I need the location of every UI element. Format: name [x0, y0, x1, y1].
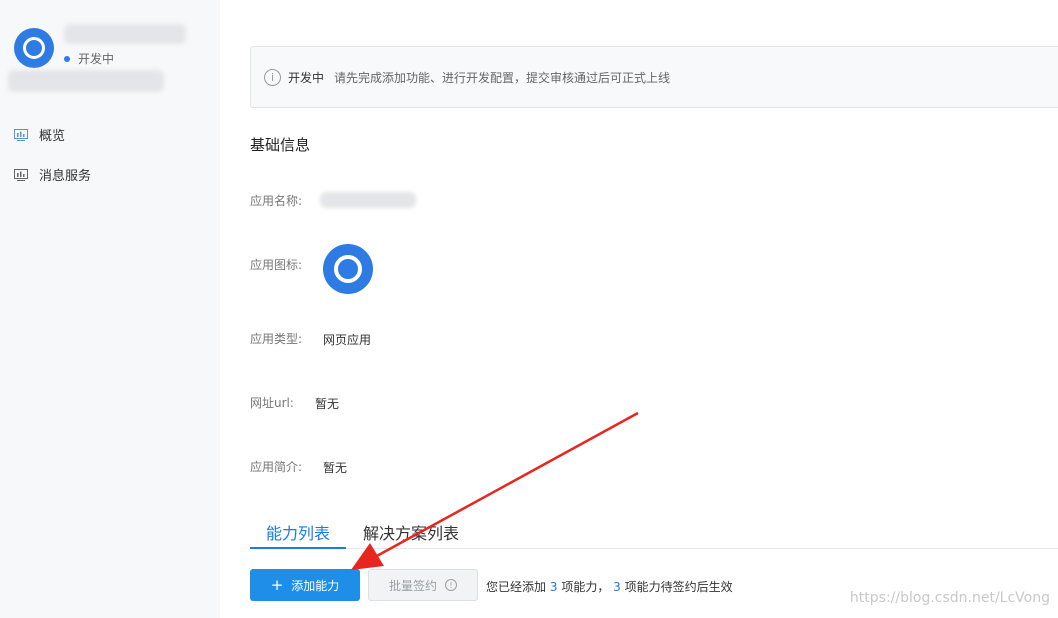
exclamation-icon: !: [445, 579, 457, 591]
status-dot-icon: [64, 55, 70, 62]
app-status: 开发中: [64, 50, 114, 67]
sidebar: 开发中 概览 消息服务: [0, 0, 220, 618]
url-value: 暂无: [315, 397, 340, 411]
redacted-app-name-value: [320, 192, 416, 208]
app-header: 开发中: [8, 24, 214, 98]
sidebar-item-message-service[interactable]: 消息服务: [14, 165, 91, 184]
app-type-value: 网页应用: [323, 333, 372, 347]
info-icon: i: [264, 68, 281, 86]
sidebar-item-label: 概览: [39, 129, 66, 144]
tab-capability-list[interactable]: 能力列表: [266, 520, 330, 544]
alert-message: 请先完成添加功能、进行开发配置，提交审核通过后可正式上线: [334, 70, 671, 85]
section-title-basic-info: 基础信息: [250, 136, 311, 154]
capability-summary: 您已经添加 3 项能力， 3 项能力待签约后生效: [486, 580, 733, 594]
message-service-icon: [14, 168, 28, 181]
batch-sign-button[interactable]: 批量签约 !: [368, 569, 478, 601]
sidebar-item-label: 消息服务: [39, 169, 92, 184]
app-type-label: 应用类型:: [250, 332, 303, 346]
watermark: https://blog.csdn.net/LcVong: [849, 590, 1050, 606]
app-icon-label: 应用图标:: [250, 258, 303, 272]
redacted-app-id: [8, 70, 164, 92]
app-name-label: 应用名称:: [250, 194, 303, 208]
active-tab-indicator: [250, 547, 346, 549]
app-desc-label: 应用简介:: [250, 460, 303, 474]
redacted-app-name: [64, 24, 186, 44]
app-desc-value: 暂无: [323, 461, 348, 475]
add-capability-button[interactable]: + 添加能力: [250, 569, 360, 601]
url-label: 网址url:: [250, 396, 294, 410]
capability-tabs: 能力列表 解决方案列表: [250, 516, 1058, 549]
app-icon-image: [323, 244, 373, 294]
alert-title: 开发中: [288, 70, 325, 85]
app-logo-icon: [14, 28, 54, 68]
dev-status-alert: i 开发中 请先完成添加功能、进行开发配置，提交审核通过后可正式上线: [250, 46, 1058, 108]
dashboard-icon: [14, 128, 28, 141]
plus-icon: +: [270, 576, 284, 594]
tab-solution-list[interactable]: 解决方案列表: [363, 520, 459, 544]
main-content: i 开发中 请先完成添加功能、进行开发配置，提交审核通过后可正式上线 基础信息 …: [250, 0, 1058, 618]
sidebar-item-overview[interactable]: 概览: [14, 125, 65, 144]
